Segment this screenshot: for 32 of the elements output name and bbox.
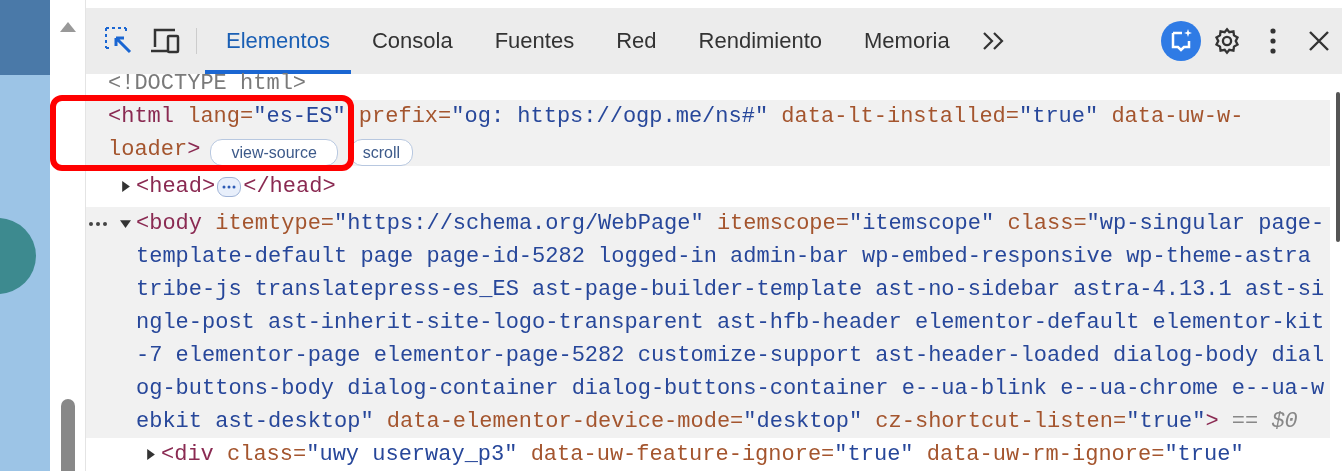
ellipsis-button[interactable] bbox=[217, 176, 242, 197]
scroll-up-icon[interactable] bbox=[59, 22, 76, 32]
markup-tag: <head> bbox=[136, 170, 216, 203]
panel-tab[interactable]: Fuentes bbox=[473, 7, 596, 74]
panel-tab[interactable]: Memoria bbox=[843, 7, 971, 74]
more-options-icon[interactable] bbox=[88, 221, 108, 227]
panel-tab[interactable]: Rendimiento bbox=[677, 7, 844, 74]
code-line: -7 elementor-page elementor-page-5282 customize-support ast-header-loaded dialog-body dial bbox=[136, 342, 1325, 370]
expand-arrow-icon[interactable] bbox=[145, 449, 156, 460]
code-line: og-buttons-body dialog-container dialog-buttons-container e--ua-blink e--ua-chrome e--ua-w bbox=[136, 375, 1325, 403]
ellipsis-icon bbox=[222, 184, 237, 189]
code-line: loader> bbox=[108, 136, 201, 164]
expand-arrow-icon[interactable] bbox=[120, 218, 131, 229]
ai-assistant-icon[interactable] bbox=[1158, 20, 1204, 61]
code-line: <body itemtype="https://schema.org/WebPage" itemscope="itemscope" class="wp-singular page- bbox=[136, 210, 1325, 238]
code-line: ngle-post ast-inherit-site-logo-transparent ast-hfb-header elementor-default elementor-kit bbox=[136, 309, 1325, 337]
code-line: ebkit ast-desktop" data-elementor-device-mode="desktop" cz-shortcut-listen="true"> == $0 bbox=[136, 408, 1299, 436]
doctype-line: <!DOCTYPE html> bbox=[108, 74, 307, 94]
hovered-node-row[interactable]: <html lang="es-ES" prefix="og: https://ogp.me/ns#" data-lt-installed="true" data-uw-w- loader> view-source scroll bbox=[86, 100, 1330, 166]
node-badge[interactable]: view-source bbox=[210, 139, 338, 166]
selected-node-row[interactable] bbox=[86, 207, 1330, 438]
code-line: tribe-js translatepress-es_ES ast-page-builder-template ast-no-sidebar astra-4.13.1 ast-si bbox=[136, 276, 1325, 304]
panel-tab[interactable]: Red bbox=[595, 7, 678, 74]
code-line: <div class="uwy userway_p3" data-uw-feature-ignore="true" data-uw-rm-ignore="true" bbox=[161, 441, 1244, 469]
code-line: template-default page page-id-5282 logged-in admin-bar wp-embed-responsive wp-theme-astra bbox=[136, 243, 1312, 271]
scrollbar-thumb[interactable] bbox=[60, 399, 75, 471]
code-line: <html lang="es-ES" prefix="og: https://ogp.me/ns#" data-lt-installed="true" data-uw-w- bbox=[108, 103, 1244, 131]
panel-tab[interactable]: Consola bbox=[350, 7, 474, 74]
panel-tab[interactable]: Elementos bbox=[205, 7, 351, 74]
markup-tag: </head> bbox=[243, 170, 336, 203]
scrollbar-thumb[interactable] bbox=[1336, 92, 1340, 242]
expand-arrow-icon[interactable] bbox=[120, 181, 131, 192]
